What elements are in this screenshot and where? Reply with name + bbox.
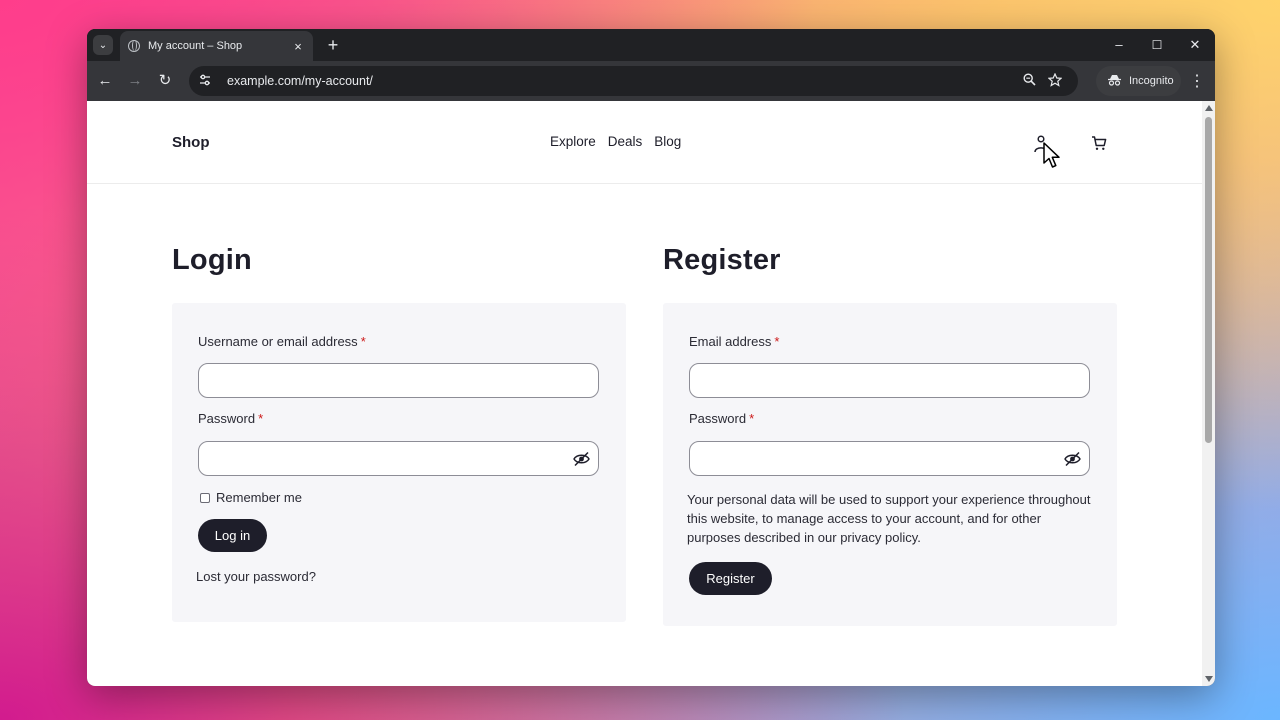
maximize-button[interactable]: ☐ — [1147, 35, 1167, 55]
lost-password-link[interactable]: Lost your password? — [196, 569, 316, 584]
login-panel: Username or email address * Password * Rem… — [172, 303, 626, 622]
site-settings-icon[interactable] — [199, 74, 219, 89]
mouse-cursor-icon — [1043, 142, 1060, 168]
browser-toolbar: ← → ↻ example.com/my-account/ Incognito … — [87, 61, 1215, 101]
forward-button[interactable]: → — [125, 71, 145, 91]
globe-icon — [128, 40, 140, 52]
bookmark-star-icon[interactable] — [1042, 72, 1068, 90]
register-password-label: Password * — [689, 411, 755, 426]
register-password-input[interactable] — [689, 441, 1090, 476]
username-input[interactable] — [198, 363, 599, 398]
required-marker: * — [749, 411, 755, 426]
login-password-input[interactable] — [198, 441, 599, 476]
eye-slash-icon[interactable] — [573, 451, 590, 467]
tab-bar: ⌄ My account – Shop × + – ☐ ✕ — [87, 29, 1215, 61]
remember-me[interactable]: Remember me — [200, 490, 302, 505]
privacy-notice: Your personal data will be used to suppo… — [687, 492, 1091, 545]
close-window-button[interactable]: ✕ — [1185, 35, 1205, 55]
main-nav: Explore Deals Blog — [550, 134, 681, 149]
cart-icon[interactable] — [1090, 134, 1108, 152]
nav-item-blog[interactable]: Blog — [654, 134, 681, 149]
new-tab-button[interactable]: + — [322, 34, 344, 56]
incognito-label: Incognito — [1129, 75, 1174, 87]
scroll-up-arrow-icon[interactable] — [1205, 105, 1213, 111]
register-heading: Register — [663, 244, 781, 276]
register-button[interactable]: Register — [689, 562, 772, 595]
minimize-button[interactable]: – — [1109, 35, 1129, 55]
remember-me-checkbox[interactable] — [200, 492, 210, 503]
incognito-indicator[interactable]: Incognito — [1096, 66, 1181, 96]
login-heading: Login — [172, 244, 252, 276]
eye-slash-icon[interactable] — [1064, 451, 1081, 467]
required-marker: * — [360, 334, 366, 349]
register-email-input[interactable] — [689, 363, 1090, 398]
back-button[interactable]: ← — [95, 71, 115, 91]
page-viewport: Shop Explore Deals Blog Login Username o… — [87, 101, 1202, 686]
chevron-down-icon: ⌄ — [98, 39, 108, 51]
tab-close-icon[interactable]: × — [291, 39, 305, 54]
login-password-label: Password * — [198, 411, 264, 426]
scroll-down-arrow-icon[interactable] — [1205, 676, 1213, 682]
username-label: Username or email address * — [198, 334, 366, 349]
browser-window: ⌄ My account – Shop × + – ☐ ✕ ← → ↻ exam… — [87, 29, 1215, 686]
required-marker: * — [774, 334, 780, 349]
nav-item-explore[interactable]: Explore — [550, 134, 596, 149]
reload-button[interactable]: ↻ — [155, 71, 175, 91]
required-marker: * — [258, 411, 264, 426]
site-logo[interactable]: Shop — [172, 134, 210, 151]
site-header: Shop Explore Deals Blog — [87, 101, 1202, 184]
scrollbar-thumb[interactable] — [1205, 117, 1212, 443]
incognito-icon — [1108, 74, 1121, 89]
remember-me-label: Remember me — [216, 490, 302, 505]
active-tab[interactable]: My account – Shop × — [120, 31, 313, 61]
nav-item-deals[interactable]: Deals — [608, 134, 643, 149]
login-button[interactable]: Log in — [198, 519, 267, 552]
browser-menu-button[interactable]: ⋮ — [1187, 71, 1207, 91]
tab-search-button[interactable]: ⌄ — [93, 35, 113, 55]
register-panel: Email address * Password * Your personal d… — [663, 303, 1117, 626]
address-bar[interactable]: example.com/my-account/ — [189, 66, 1078, 96]
url-text[interactable]: example.com/my-account/ — [227, 74, 1016, 88]
tab-title: My account – Shop — [148, 40, 243, 52]
zoom-icon[interactable] — [1016, 73, 1042, 89]
email-label: Email address * — [689, 334, 780, 349]
page-scrollbar[interactable] — [1202, 101, 1215, 686]
